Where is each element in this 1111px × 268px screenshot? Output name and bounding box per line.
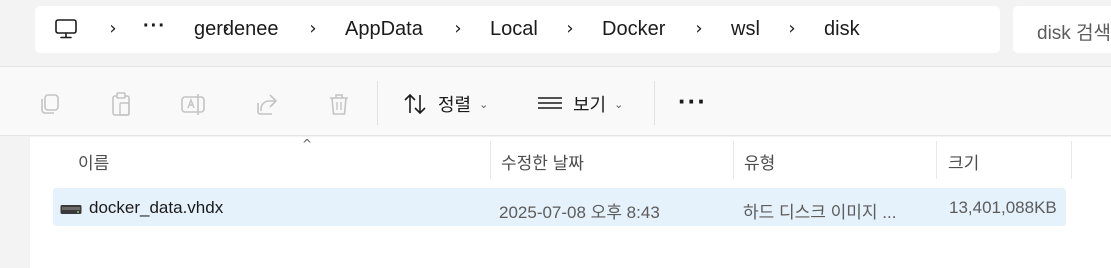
chevron-right-icon[interactable]: › bbox=[453, 19, 463, 39]
command-bar: 정렬 ⌄ 보기 ⌄ ··· bbox=[0, 66, 1111, 136]
more-options-button[interactable]: ··· bbox=[678, 88, 707, 114]
search-placeholder: disk 검색 bbox=[1037, 23, 1111, 44]
rename-icon[interactable] bbox=[180, 91, 206, 117]
column-divider[interactable] bbox=[733, 141, 734, 179]
breadcrumb-docker[interactable]: Docker bbox=[602, 17, 665, 41]
chevron-down-icon: ⌄ bbox=[479, 97, 489, 111]
chevron-down-icon: ⌄ bbox=[614, 97, 624, 111]
search-input[interactable]: disk 검색 bbox=[1013, 6, 1111, 53]
column-divider[interactable] bbox=[490, 141, 491, 179]
chevron-right-icon[interactable]: › bbox=[787, 19, 797, 39]
table-row[interactable]: docker_data.vhdx 2025-07-08 오후 8:43 하드 디… bbox=[53, 188, 1066, 226]
command-separator bbox=[654, 81, 655, 125]
view-button[interactable]: 보기 ⌄ bbox=[537, 89, 623, 119]
file-size: 13,401,088KB bbox=[949, 198, 1057, 217]
breadcrumb-appdata[interactable]: AppData bbox=[345, 17, 423, 41]
delete-icon[interactable] bbox=[326, 91, 352, 117]
view-label: 보기 bbox=[573, 95, 607, 115]
command-separator bbox=[377, 81, 378, 125]
column-header-type[interactable]: 유형 bbox=[744, 149, 775, 173]
vhdx-file-icon bbox=[60, 202, 82, 214]
view-list-icon bbox=[537, 91, 563, 117]
chevron-right-icon[interactable]: › bbox=[694, 19, 704, 39]
breadcrumb-disk[interactable]: disk bbox=[824, 17, 860, 41]
file-type: 하드 디스크 이미지 ... bbox=[743, 203, 897, 222]
breadcrumb-gerdenee[interactable]: gerdenee bbox=[194, 17, 279, 41]
sort-ascending-icon: ^ bbox=[302, 137, 313, 151]
sort-label: 정렬 bbox=[438, 95, 472, 115]
chevron-right-icon[interactable]: › bbox=[108, 19, 118, 39]
breadcrumb-local[interactable]: Local bbox=[490, 17, 538, 41]
chevron-right-icon[interactable]: › bbox=[565, 19, 575, 39]
chevron-right-icon[interactable]: › bbox=[308, 19, 318, 39]
address-strip: › ··· › gerdenee › AppData › Local › Doc… bbox=[0, 0, 1111, 66]
sort-icon bbox=[402, 91, 428, 117]
breadcrumb-wsl[interactable]: wsl bbox=[731, 17, 760, 41]
column-header-size[interactable]: 크기 bbox=[948, 149, 979, 173]
column-divider[interactable] bbox=[1071, 141, 1072, 179]
this-pc-icon[interactable] bbox=[54, 18, 78, 40]
column-header-name[interactable]: 이름 bbox=[78, 149, 109, 173]
share-icon[interactable] bbox=[254, 91, 280, 117]
file-name: docker_data.vhdx bbox=[89, 198, 224, 217]
sort-button[interactable]: 정렬 ⌄ bbox=[402, 89, 488, 119]
column-header-modified[interactable]: 수정한 날짜 bbox=[501, 149, 584, 173]
breadcrumb-overflow[interactable]: ··· bbox=[143, 15, 166, 38]
paste-icon[interactable] bbox=[108, 91, 134, 117]
address-bar[interactable]: › ··· › gerdenee › AppData › Local › Doc… bbox=[35, 6, 1000, 53]
column-divider[interactable] bbox=[936, 141, 937, 179]
file-list: ^ 이름 수정한 날짜 유형 크기 docker_data.vhdx 2025-… bbox=[30, 137, 1111, 268]
copy-icon[interactable] bbox=[37, 91, 63, 117]
file-modified: 2025-07-08 오후 8:43 bbox=[499, 203, 660, 222]
